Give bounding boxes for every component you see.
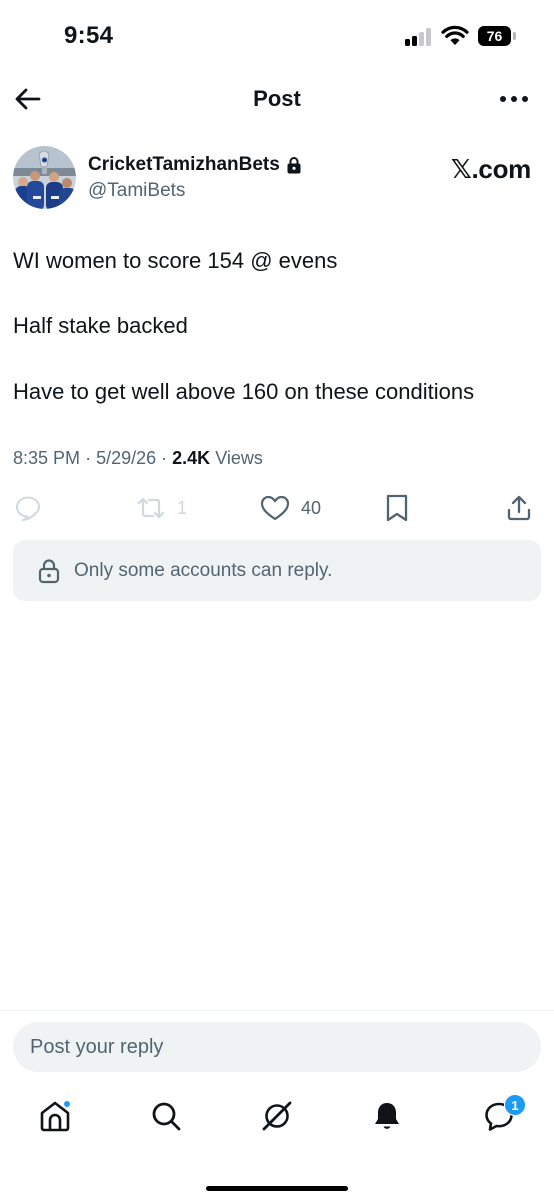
repost-button[interactable]: 1 [135, 488, 187, 528]
bottom-tab-bar: 1 [0, 1088, 554, 1148]
bell-icon [375, 1103, 399, 1129]
divider [0, 1010, 554, 1011]
tab-home[interactable] [35, 1096, 75, 1136]
tab-notifications[interactable] [367, 1096, 407, 1136]
unread-dot [63, 1100, 71, 1108]
cellular-signal-icon [405, 28, 433, 46]
share-icon [507, 495, 531, 521]
post-screen: 9:54 76 Post CricketTamizhanBets @TamiBe… [0, 0, 554, 1200]
messages-badge: 1 [504, 1094, 526, 1116]
battery-level: 76 [478, 26, 511, 46]
repost-count: 1 [177, 497, 188, 518]
like-button[interactable]: 40 [259, 488, 321, 528]
views-label[interactable]: Views [215, 448, 263, 468]
status-time: 9:54 [64, 22, 114, 49]
post-date: 5/29/26 [96, 448, 157, 468]
lock-icon [287, 157, 301, 174]
share-button[interactable] [505, 488, 533, 528]
bookmark-button[interactable] [383, 488, 411, 528]
like-count: 40 [301, 497, 322, 518]
post-text-line: Half stake backed [13, 313, 188, 338]
bookmark-icon [386, 494, 408, 522]
author-handle[interactable]: @TamiBets [88, 180, 185, 202]
heart-icon [260, 495, 290, 521]
page-title: Post [253, 86, 301, 111]
author-name-link[interactable]: CricketTamizhanBets [88, 152, 302, 178]
post-action-bar: 1 40 [0, 488, 554, 528]
home-indicator [206, 1186, 348, 1191]
battery-icon: 76 [478, 26, 516, 46]
wifi-icon [441, 25, 469, 45]
tab-search[interactable] [146, 1096, 186, 1136]
display-name: CricketTamizhanBets [88, 154, 280, 175]
more-icon[interactable] [496, 86, 532, 112]
post-author: CricketTamizhanBets @TamiBets 𝕏.com [13, 146, 541, 210]
reply-restriction-notice: Only some accounts can reply. [13, 540, 541, 601]
tab-grok[interactable] [257, 1096, 297, 1136]
lock-icon [38, 558, 60, 583]
reply-restriction-text: Only some accounts can reply. [74, 559, 333, 581]
source-label: 𝕏.com [450, 154, 531, 184]
tab-messages[interactable]: 1 [479, 1094, 526, 1136]
status-bar: 9:54 76 [0, 0, 554, 74]
avatar[interactable] [13, 146, 76, 209]
top-bar: Post [0, 74, 554, 124]
grok-icon [262, 1101, 292, 1131]
reply-button[interactable] [14, 488, 42, 528]
reply-icon [16, 496, 40, 521]
views-count[interactable]: 2.4K [172, 448, 210, 468]
search-icon [152, 1102, 181, 1131]
post-time: 8:35 PM [13, 448, 81, 468]
post-text-line: Have to get well above 160 on these cond… [13, 379, 475, 404]
post-text-line: WI women to score 154 @ evens [13, 248, 338, 273]
post-meta: 8:35 PM · 5/29/26 · 2.4K Views [13, 448, 263, 468]
reply-input[interactable]: Post your reply [13, 1022, 541, 1072]
repost-icon [137, 497, 165, 519]
